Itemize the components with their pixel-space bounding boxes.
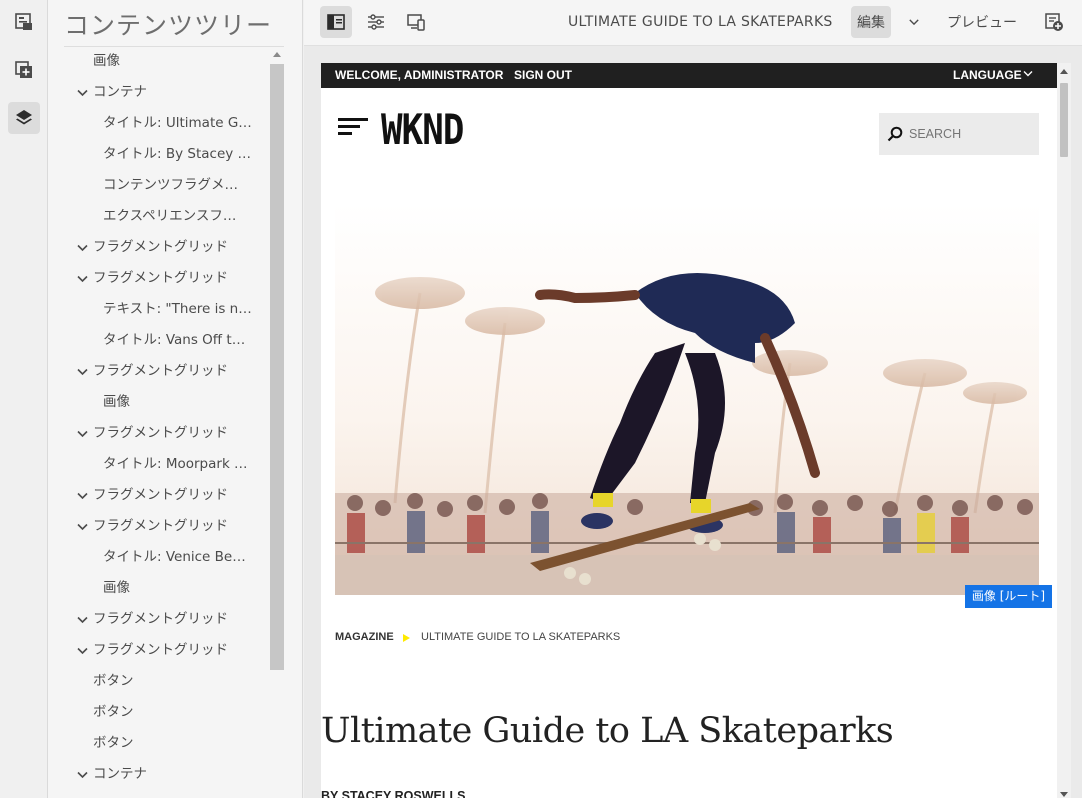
tree-item[interactable]: フラグメントグリッド — [93, 356, 263, 387]
breadcrumb-arrow-icon — [403, 634, 410, 642]
tree-item[interactable]: 画像 — [93, 46, 263, 77]
search-icon — [887, 126, 903, 142]
search-input[interactable] — [909, 113, 1035, 155]
layers-icon — [16, 110, 32, 125]
menu-icon[interactable] — [338, 116, 368, 138]
page-info-button[interactable] — [8, 6, 40, 38]
tree-item[interactable]: エクスペリエンスフ… — [103, 201, 263, 232]
components-button[interactable] — [8, 54, 40, 86]
emulator-button[interactable] — [400, 6, 432, 38]
tree-item[interactable]: コンテナ — [93, 759, 263, 790]
tree-expand-chevron-icon[interactable] — [76, 232, 88, 263]
edit-mode-button[interactable]: 編集 — [851, 6, 891, 38]
article-title: Ultimate Guide to LA Skateparks — [321, 711, 894, 751]
language-menu[interactable]: LANGUAGE — [953, 63, 1022, 88]
tree-item[interactable]: フラグメントグリッド — [93, 480, 263, 511]
tree-expand-chevron-icon[interactable] — [76, 604, 88, 635]
content-tree-panel: コンテンツツリー 画像 コンテナ タイトル: Ultimate G… タイトル: By… — [48, 0, 303, 798]
tree-item[interactable]: フラグメントグリッド — [93, 604, 263, 635]
site-topbar: WELCOME, ADMINISTRATOR SIGN OUT LANGUAGE — [321, 63, 1057, 88]
tree-item[interactable]: タイトル: By Stacey … — [103, 139, 263, 170]
tree-item[interactable]: タイトル: Vans Off t… — [103, 325, 263, 356]
tree-item[interactable]: フラグメントグリッド — [93, 635, 263, 666]
skater-photo — [335, 203, 1039, 595]
toggle-side-panel-button[interactable] — [320, 6, 352, 38]
page-publish-icon — [1045, 13, 1063, 31]
tree-expand-chevron-icon[interactable] — [76, 356, 88, 387]
hero-image[interactable] — [335, 203, 1039, 595]
tree-item[interactable]: タイトル: Venice Be… — [103, 542, 263, 573]
breadcrumb-item-magazine[interactable]: MAGAZINE — [335, 631, 394, 643]
tree-expand-chevron-icon[interactable] — [76, 511, 88, 542]
chevron-down-icon[interactable] — [1023, 70, 1033, 78]
tree-expand-chevron-icon[interactable] — [76, 418, 88, 449]
tree-item[interactable]: 画像 — [103, 387, 263, 418]
page-scrollbar-thumb[interactable] — [1060, 83, 1068, 157]
panel-title: コンテンツツリー — [64, 11, 273, 40]
left-rail — [0, 0, 48, 798]
tree-expand-chevron-icon[interactable] — [76, 759, 88, 790]
tree-expand-chevron-icon[interactable] — [76, 480, 88, 511]
page-scrollbar[interactable] — [1057, 63, 1071, 798]
page-properties-button[interactable] — [360, 6, 392, 38]
tree-item[interactable]: ボタン — [93, 728, 263, 759]
tree-item[interactable]: テキスト: "There is n… — [103, 294, 263, 325]
scroll-up-arrow-icon[interactable] — [273, 52, 281, 57]
welcome-text: WELCOME, ADMINISTRATOR — [335, 68, 504, 82]
aem-editor: コンテンツツリー 画像 コンテナ タイトル: Ultimate G… タイトル: By… — [0, 0, 1082, 798]
tree-item[interactable]: タイトル: Moorpark … — [103, 449, 263, 480]
content-tree-button[interactable] — [8, 102, 40, 134]
tree-item[interactable]: フラグメントグリッド — [93, 511, 263, 542]
tree-expand-chevron-icon[interactable] — [76, 263, 88, 294]
scroll-up-arrow-icon[interactable] — [1060, 69, 1068, 74]
sign-out-link[interactable]: SIGN OUT — [514, 63, 572, 88]
content-tree: 画像 コンテナ タイトル: Ultimate G… タイトル: By Stacey …… — [48, 46, 270, 798]
tree-item[interactable]: 画像 — [103, 573, 263, 604]
tree-item[interactable]: フラグメントグリッド — [93, 232, 263, 263]
tree-item[interactable]: ボタン — [93, 697, 263, 728]
chevron-down-icon — [909, 19, 919, 26]
preview-button[interactable]: プレビュー — [942, 6, 1022, 38]
tree-item[interactable]: コンテンツフラグメ… — [103, 170, 263, 201]
breadcrumb-item-current: ULTIMATE GUIDE TO LA SKATEPARKS — [421, 631, 621, 643]
page-info-icon — [15, 13, 32, 30]
tree-scrollbar[interactable] — [270, 50, 284, 798]
tree-expand-chevron-icon[interactable] — [76, 635, 88, 666]
tree-item[interactable]: フラグメントグリッド — [93, 418, 263, 449]
scroll-down-arrow-icon[interactable] — [1060, 792, 1068, 797]
editor-toolbar: ULTIMATE GUIDE TO LA SKATEPARKS 編集 プレビュー — [304, 0, 1082, 46]
article-byline: BY STACEY ROSWELLS — [321, 789, 466, 798]
tree-item[interactable]: コンテナ — [93, 77, 263, 108]
tree-item[interactable]: タイトル: Ultimate G… — [103, 108, 263, 139]
editor-canvas: WELCOME, ADMINISTRATOR SIGN OUT LANGUAGE… — [304, 46, 1082, 798]
tree-item[interactable]: フラグメントグリッド — [93, 263, 263, 294]
component-label-badge[interactable]: 画像 [ルート] — [965, 585, 1052, 608]
sliders-icon — [368, 14, 384, 30]
add-component-icon — [15, 61, 32, 78]
tree-scrollbar-thumb[interactable] — [270, 64, 284, 670]
tree-expand-chevron-icon[interactable] — [76, 77, 88, 108]
site-logo[interactable]: WKND — [381, 105, 464, 154]
side-panel-icon — [327, 14, 345, 30]
page-frame: WELCOME, ADMINISTRATOR SIGN OUT LANGUAGE… — [321, 63, 1071, 798]
publish-page-button[interactable] — [1038, 6, 1070, 38]
tree-item[interactable]: ボタン — [93, 666, 263, 697]
mode-dropdown-button[interactable] — [900, 6, 928, 38]
devices-icon — [407, 14, 425, 31]
search-box[interactable] — [879, 113, 1039, 155]
page-name: ULTIMATE GUIDE TO LA SKATEPARKS — [568, 14, 833, 30]
